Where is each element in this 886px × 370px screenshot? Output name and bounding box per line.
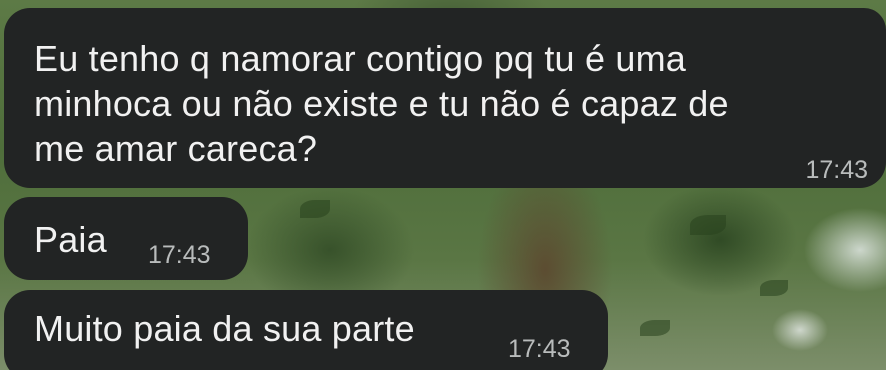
message-bubble[interactable]: Eu tenho q namorar contigo pq tu é uma m… [4, 8, 886, 188]
message-text: Paia [34, 219, 107, 260]
message-timestamp: 17:43 [805, 156, 868, 184]
message-text: Eu tenho q namorar contigo pq tu é uma m… [34, 38, 729, 169]
wallpaper-leaf [640, 320, 670, 336]
message-text: Muito paia da sua parte [34, 308, 415, 349]
wallpaper-leaf [300, 200, 330, 218]
wallpaper-leaf [760, 280, 788, 296]
wallpaper-leaf [690, 215, 726, 235]
message-timestamp: 17:43 [148, 241, 211, 269]
message-bubble[interactable]: Paia 17:43 [4, 197, 248, 280]
message-bubble[interactable]: Muito paia da sua parte 17:43 [4, 290, 608, 370]
message-timestamp: 17:43 [508, 335, 571, 363]
